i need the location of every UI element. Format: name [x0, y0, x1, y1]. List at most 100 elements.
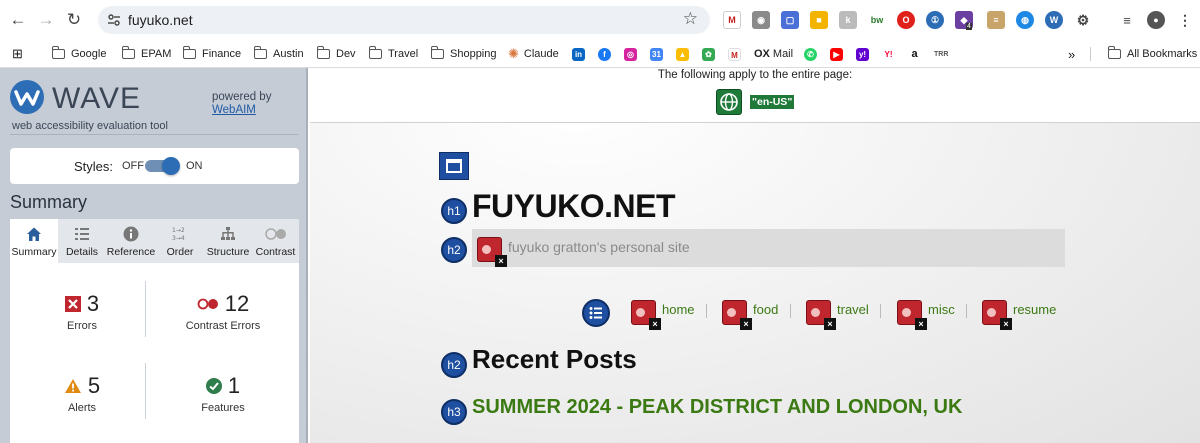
- calendar-icon[interactable]: 31: [650, 45, 663, 63]
- back-icon[interactable]: ←: [8, 10, 28, 30]
- bookmark-label: All Bookmarks: [1127, 48, 1198, 60]
- contrast-errors-count[interactable]: 12 Contrast Errors: [158, 291, 288, 332]
- nav-resume-error-icon[interactable]: ×: [982, 300, 1012, 330]
- errors-count[interactable]: 3 Errors: [17, 291, 147, 332]
- tab-reference[interactable]: Reference: [106, 219, 156, 263]
- header-region-icon[interactable]: [439, 152, 469, 180]
- webaim-link[interactable]: WebAIM: [212, 104, 256, 116]
- address-bar[interactable]: fuyuko.net ☆: [98, 6, 710, 34]
- books-ext-icon[interactable]: ≡: [987, 11, 1005, 29]
- bookmark-label: Shopping: [450, 48, 497, 60]
- yahoo-icon[interactable]: y!: [856, 45, 869, 63]
- nav-misc-link[interactable]: misc: [928, 302, 955, 317]
- styles-on-label: ON: [186, 160, 203, 172]
- linkedin-icon[interactable]: in: [572, 45, 585, 63]
- claude-icon: ✺: [508, 46, 519, 61]
- site-settings-icon[interactable]: [106, 12, 122, 28]
- yahoo-jp-icon[interactable]: Y!: [882, 45, 895, 63]
- drive-icon[interactable]: ▲: [676, 45, 689, 63]
- amazon-icon[interactable]: a: [908, 45, 921, 63]
- media-control-icon[interactable]: ≡: [1118, 11, 1136, 29]
- nav-resume-link[interactable]: resume: [1013, 302, 1056, 317]
- profile-avatar[interactable]: ●: [1147, 11, 1165, 29]
- close-icon: ×: [495, 255, 507, 267]
- post-title-link[interactable]: SUMMER 2024 - PEAK DISTRICT AND LONDON, …: [472, 396, 962, 419]
- list-structure-icon[interactable]: [582, 299, 610, 327]
- all-bookmarks[interactable]: All Bookmarks: [1107, 45, 1198, 63]
- instagram-icon[interactable]: ◎: [624, 45, 637, 63]
- menu-icon[interactable]: ⋮: [1176, 11, 1194, 29]
- bookmark-epam[interactable]: EPAM: [121, 45, 171, 63]
- url-text[interactable]: fuyuko.net: [128, 12, 193, 28]
- trr-icon[interactable]: TRR: [934, 45, 948, 63]
- bookmark-star-icon[interactable]: ☆: [683, 9, 698, 29]
- wave-tagline: web accessibility evaluation tool: [12, 120, 168, 132]
- h2-badge-icon[interactable]: h2: [441, 237, 467, 263]
- bookmark-claude[interactable]: ✺ Claude: [508, 45, 559, 63]
- svg-text:3→4: 3→4: [172, 235, 185, 242]
- styles-toggle-knob[interactable]: [162, 157, 180, 175]
- language-globe-icon[interactable]: [716, 89, 742, 115]
- bookmark-finance[interactable]: Finance: [182, 45, 241, 63]
- nav-home-error-icon[interactable]: ×: [631, 300, 661, 330]
- more-bookmarks-icon[interactable]: »: [1068, 45, 1075, 63]
- wave-ext-icon[interactable]: W: [1045, 11, 1063, 29]
- wave-sidebar: WAVE web accessibility evaluation tool p…: [0, 68, 308, 443]
- tab-contrast[interactable]: Contrast: [252, 219, 299, 263]
- bookmark-travel[interactable]: Travel: [368, 45, 418, 63]
- extensions-icon[interactable]: ⚙: [1074, 11, 1092, 29]
- puzzle-ext-icon[interactable]: k: [839, 11, 857, 29]
- reload-icon[interactable]: ↻: [64, 10, 84, 30]
- folder-icon: [253, 46, 267, 59]
- photos-icon[interactable]: ✿: [702, 45, 715, 63]
- forward-icon[interactable]: →: [36, 10, 56, 30]
- powered-by-label: powered by: [212, 91, 272, 103]
- nav-food-link[interactable]: food: [753, 302, 778, 317]
- tab-order[interactable]: 1→2 3→4 Order: [156, 219, 204, 263]
- nav-misc-error-icon[interactable]: ×: [897, 300, 927, 330]
- h3-badge-icon[interactable]: h3: [441, 399, 467, 425]
- note-ext-icon[interactable]: ■: [810, 11, 828, 29]
- features-count[interactable]: 1 Features: [158, 373, 288, 414]
- missing-alt-error-icon[interactable]: ×: [477, 237, 507, 267]
- styles-off-label: OFF: [122, 160, 144, 172]
- language-tag[interactable]: "en-US": [750, 95, 795, 109]
- features-label: Features: [201, 402, 245, 414]
- camera-ext-icon[interactable]: ◉: [752, 11, 770, 29]
- apps-icon[interactable]: ⊞: [12, 45, 23, 63]
- opera-ext-icon[interactable]: O: [897, 11, 915, 29]
- whatsapp-icon[interactable]: ✆: [804, 45, 817, 63]
- summary-heading: Summary: [10, 192, 88, 212]
- tab-summary[interactable]: Summary: [10, 219, 58, 263]
- summary-counts: 3 Errors 12 Contrast Errors 5 Alerts 1 F…: [10, 263, 299, 443]
- nav-travel-link[interactable]: travel: [837, 302, 869, 317]
- tab-structure[interactable]: Structure: [204, 219, 252, 263]
- bookmark-dev[interactable]: Dev: [316, 45, 356, 63]
- gmail-bookmark-icon[interactable]: M: [728, 45, 741, 63]
- facebook-icon[interactable]: f: [598, 45, 611, 63]
- onepassword-ext-icon[interactable]: ①: [926, 11, 944, 29]
- contrast-errors-label: Contrast Errors: [185, 320, 261, 332]
- nav-food-error-icon[interactable]: ×: [722, 300, 752, 330]
- bookmark-ox-mail[interactable]: OX Mail: [754, 45, 793, 63]
- tab-details[interactable]: Details: [58, 219, 106, 263]
- nav-travel-error-icon[interactable]: ×: [806, 300, 836, 330]
- h2-badge-icon[interactable]: h2: [441, 352, 467, 378]
- wave-tabs: Summary Details Reference 1→2 3→4 Order S…: [10, 219, 299, 263]
- gmail-ext-icon[interactable]: M: [723, 11, 741, 29]
- globe-ext-icon[interactable]: ◍: [1016, 11, 1034, 29]
- nav-divider: [790, 304, 791, 318]
- h1-badge-icon[interactable]: h1: [441, 198, 467, 224]
- youtube-icon[interactable]: ▶: [830, 45, 843, 63]
- svg-text:1→2: 1→2: [172, 227, 185, 234]
- bookmark-austin[interactable]: Austin: [253, 45, 304, 63]
- bookmark-google[interactable]: Google: [51, 45, 106, 63]
- bw-ext-icon[interactable]: bw: [868, 11, 886, 29]
- bookmark-shopping[interactable]: Shopping: [430, 45, 497, 63]
- errors-label: Errors: [67, 320, 97, 332]
- error-icon: [64, 296, 81, 312]
- screen-ext-icon[interactable]: ▢: [781, 11, 799, 29]
- features-value: 1: [227, 373, 241, 398]
- nav-home-link[interactable]: home: [662, 302, 695, 317]
- alerts-count[interactable]: 5 Alerts: [17, 373, 147, 414]
